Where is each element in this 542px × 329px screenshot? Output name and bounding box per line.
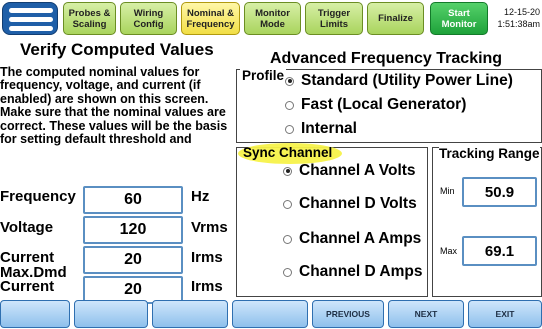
- profile-option-standard[interactable]: Standard (Utility Power Line): [285, 72, 513, 90]
- current-field[interactable]: 20: [83, 246, 183, 274]
- page-title: Verify Computed Values: [20, 40, 214, 59]
- radio-unselected-icon: [283, 199, 292, 209]
- voltage-unit: Vrms: [191, 219, 228, 236]
- current-time: 1:51:38am: [497, 19, 540, 29]
- profile-option-internal[interactable]: Internal: [285, 120, 357, 138]
- max-demand-current-label: Max.Dmd Current: [0, 265, 67, 295]
- sync-option-channel-a-volts[interactable]: Channel A Volts: [283, 162, 416, 180]
- profile-option-label: Fast (Local Generator): [301, 96, 467, 113]
- soft-key-3[interactable]: [152, 300, 228, 328]
- current-unit: Irms: [191, 249, 223, 266]
- next-button[interactable]: NEXT: [388, 300, 464, 328]
- tab-label-line2: Scaling: [72, 18, 107, 30]
- previous-button[interactable]: PREVIOUS: [312, 300, 384, 328]
- soft-key-4[interactable]: [232, 300, 308, 328]
- tracking-min-field[interactable]: 50.9: [462, 177, 537, 207]
- sync-option-label: Channel D Volts: [299, 195, 417, 212]
- instructions-text: The computed nominal values for frequenc…: [0, 66, 228, 147]
- tracking-range-caption: Tracking Range: [439, 146, 540, 161]
- radio-selected-icon: [285, 76, 294, 86]
- tab-label-line1: Wiring: [133, 7, 164, 19]
- wizard-tab-bar: Probes & Scaling Wiring Config Nominal & Fr…: [0, 0, 542, 37]
- tab-nominal-frequency[interactable]: Nominal & Frequency: [181, 2, 240, 35]
- tab-wiring-config[interactable]: Wiring Config: [120, 2, 177, 35]
- tab-trigger-limits[interactable]: Trigger Limits: [305, 2, 363, 35]
- start-label-line1: Start: [448, 7, 470, 19]
- start-monitor-button[interactable]: Start Monitor: [430, 2, 488, 35]
- radio-unselected-icon: [283, 234, 292, 244]
- soft-key-2[interactable]: [74, 300, 148, 328]
- current-date: 12-15-20: [503, 7, 540, 17]
- tab-label-line2: Limits: [320, 18, 348, 30]
- min-label: Min: [440, 186, 455, 196]
- max-demand-label-line2: Current: [0, 278, 55, 295]
- profile-option-label: Internal: [301, 120, 357, 137]
- frequency-label: Frequency: [0, 188, 76, 205]
- tab-label-line2: Mode: [260, 18, 285, 30]
- tab-label-line1: Nominal &: [187, 7, 234, 19]
- bottom-button-bar: PREVIOUS NEXT EXIT: [0, 299, 542, 329]
- radio-unselected-icon: [285, 124, 294, 134]
- tracking-max-field[interactable]: 69.1: [462, 236, 537, 266]
- voltage-label: Voltage: [0, 219, 54, 236]
- profile-caption: Profile: [240, 68, 287, 83]
- max-demand-current-unit: Irms: [191, 278, 223, 295]
- section-title: Advanced Frequency Tracking: [270, 50, 503, 67]
- sync-option-channel-d-amps[interactable]: Channel D Amps: [283, 263, 422, 281]
- frequency-field[interactable]: 60: [83, 186, 183, 214]
- soft-key-1[interactable]: [0, 300, 70, 328]
- voltage-field[interactable]: 120: [83, 216, 183, 244]
- radio-unselected-icon: [283, 267, 292, 277]
- tracking-range-group: [432, 147, 542, 297]
- sync-options-clip: Channel A Volts Channel D Volts Channel …: [236, 147, 428, 297]
- sync-option-channel-d-volts[interactable]: Channel D Volts: [283, 195, 417, 213]
- tab-label-line2: Frequency: [186, 18, 235, 30]
- tab-label-line1: Finalize: [378, 13, 413, 24]
- radio-selected-icon: [283, 166, 292, 176]
- sync-option-label: Channel A Volts: [299, 162, 416, 179]
- tab-label-line2: Config: [133, 18, 164, 30]
- sync-option-label: Channel A Amps: [299, 230, 422, 247]
- sync-option-label: Channel D Amps: [299, 263, 423, 280]
- exit-button[interactable]: EXIT: [468, 300, 542, 328]
- start-label-line2: Monitor: [441, 18, 477, 30]
- tab-label-line1: Monitor: [255, 7, 290, 19]
- sync-option-channel-a-amps[interactable]: Channel A Amps: [283, 230, 421, 248]
- profile-option-fast[interactable]: Fast (Local Generator): [285, 96, 466, 114]
- frequency-unit: Hz: [191, 188, 210, 205]
- tracking-caption-clip: Tracking Range: [432, 146, 542, 166]
- tab-label-line1: Probes &: [68, 7, 111, 19]
- tab-label-line1: Trigger: [317, 7, 351, 19]
- profile-option-label: Standard (Utility Power Line): [301, 72, 513, 89]
- radio-unselected-icon: [285, 100, 294, 110]
- clock: 12-15-20 1:51:38am: [496, 6, 542, 30]
- tab-finalize[interactable]: Finalize: [367, 2, 424, 35]
- tab-probes-scaling[interactable]: Probes & Scaling: [63, 2, 116, 35]
- app-logo: [2, 2, 58, 35]
- max-label: Max: [440, 246, 458, 256]
- tab-monitor-mode[interactable]: Monitor Mode: [244, 2, 301, 35]
